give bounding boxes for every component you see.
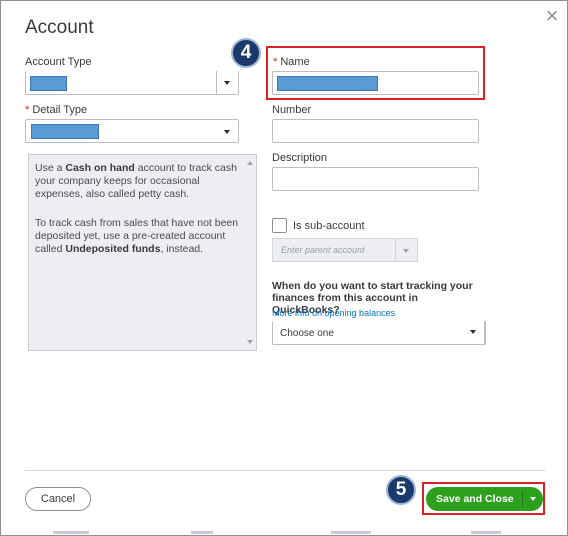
tracking-start-value: Choose one xyxy=(280,328,334,339)
info-paragraph-2: To track cash from sales that have not b… xyxy=(35,217,239,256)
close-icon[interactable]: × xyxy=(543,5,561,27)
description-input[interactable] xyxy=(272,167,479,191)
detail-type-description: Use a Cash on hand account to track cash… xyxy=(28,154,257,351)
chevron-down-icon xyxy=(470,330,476,334)
parent-account-placeholder: Enter parent account xyxy=(281,245,365,255)
select-divider xyxy=(484,321,485,344)
info-text: , instead. xyxy=(160,243,204,255)
tracking-start-select[interactable]: Choose one xyxy=(272,321,486,345)
info-bold: Undeposited funds xyxy=(65,243,161,255)
select-divider xyxy=(216,71,217,94)
chevron-down-icon xyxy=(403,249,409,253)
number-label: Number xyxy=(272,104,312,116)
account-type-select[interactable] xyxy=(25,71,239,95)
save-callout-box xyxy=(422,482,545,515)
chevron-down-icon xyxy=(224,130,230,134)
select-divider xyxy=(395,239,396,261)
scroll-up-arrow[interactable] xyxy=(247,161,253,165)
cancel-button[interactable]: Cancel xyxy=(25,487,91,511)
detail-type-label-text: Detail Type xyxy=(32,104,88,116)
background-artifact xyxy=(471,531,501,534)
background-artifact xyxy=(331,531,371,534)
detail-type-value-highlight xyxy=(31,124,99,139)
required-mark: * xyxy=(25,104,30,116)
footer-divider xyxy=(25,470,545,471)
parent-account-select[interactable]: Enter parent account xyxy=(272,238,418,262)
step-4-badge: 4 xyxy=(231,38,261,68)
account-type-value-highlight xyxy=(30,76,67,91)
account-type-label: Account Type xyxy=(25,56,92,68)
opening-balances-link[interactable]: More info on opening balances xyxy=(272,308,395,318)
name-callout-box xyxy=(266,46,485,100)
background-artifact xyxy=(53,531,89,534)
sub-account-checkbox[interactable] xyxy=(272,218,287,233)
sub-account-label: Is sub-account xyxy=(293,220,365,232)
step-5-badge: 5 xyxy=(386,475,416,505)
scroll-down-arrow[interactable] xyxy=(247,340,253,344)
detail-type-label: * Detail Type xyxy=(25,104,87,116)
info-paragraph-1: Use a Cash on hand account to track cash… xyxy=(35,162,239,201)
info-text: Use a xyxy=(35,162,66,174)
dialog-title: Account xyxy=(25,17,94,38)
detail-type-select[interactable] xyxy=(25,119,239,143)
account-dialog: Account × Account Type * Detail Type Use… xyxy=(0,0,568,536)
background-artifact xyxy=(191,531,213,534)
chevron-down-icon xyxy=(224,81,230,85)
info-bold: Cash on hand xyxy=(65,162,135,174)
description-label: Description xyxy=(272,152,328,164)
number-input[interactable] xyxy=(272,119,479,143)
